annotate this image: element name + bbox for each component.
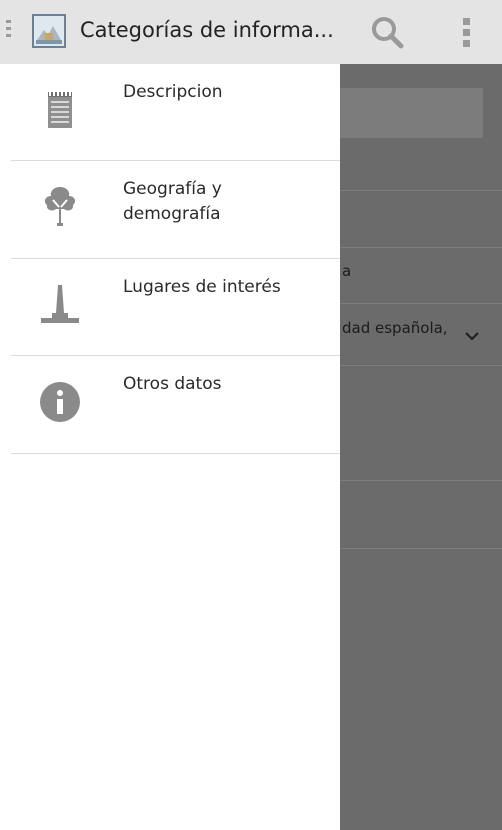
drawer-item-label: Otros datos: [123, 374, 222, 394]
navigation-drawer: Descripcion Geografía y demografía Lugar…: [11, 64, 340, 830]
info-icon: [37, 378, 83, 424]
divider: [340, 303, 502, 304]
background-text-fragment: a: [342, 262, 352, 280]
drawer-item-lugares[interactable]: Lugares de interés: [11, 259, 340, 356]
notepad-icon: [37, 86, 83, 132]
divider: [340, 365, 502, 366]
monument-icon: [37, 281, 83, 327]
background-block: [340, 88, 483, 138]
divider: [340, 247, 502, 248]
dimmed-content-scrim[interactable]: a dad española,: [340, 64, 502, 830]
search-icon[interactable]: [366, 14, 410, 50]
background-text-fragment: dad española,: [342, 319, 448, 337]
overflow-menu-icon[interactable]: [452, 14, 482, 50]
tree-icon: [37, 183, 83, 229]
page-title: Categorías de informa...: [80, 18, 334, 42]
drawer-indicator-icon[interactable]: [6, 20, 14, 42]
drawer-item-descripcion[interactable]: Descripcion: [11, 64, 340, 161]
action-bar: Categorías de informa...: [0, 0, 502, 64]
drawer-item-label: Geografía y demografía: [123, 179, 222, 224]
app-logo-icon[interactable]: [32, 14, 66, 48]
drawer-item-label: Descripcion: [123, 82, 223, 102]
drawer-item-otros-datos[interactable]: Otros datos: [11, 356, 340, 454]
drawer-item-label: Lugares de interés: [123, 277, 281, 297]
divider: [340, 190, 502, 191]
divider: [340, 480, 502, 481]
drawer-item-geografia[interactable]: Geografía y demografía: [11, 161, 340, 259]
chevron-down-icon: [462, 326, 482, 346]
divider: [340, 548, 502, 549]
